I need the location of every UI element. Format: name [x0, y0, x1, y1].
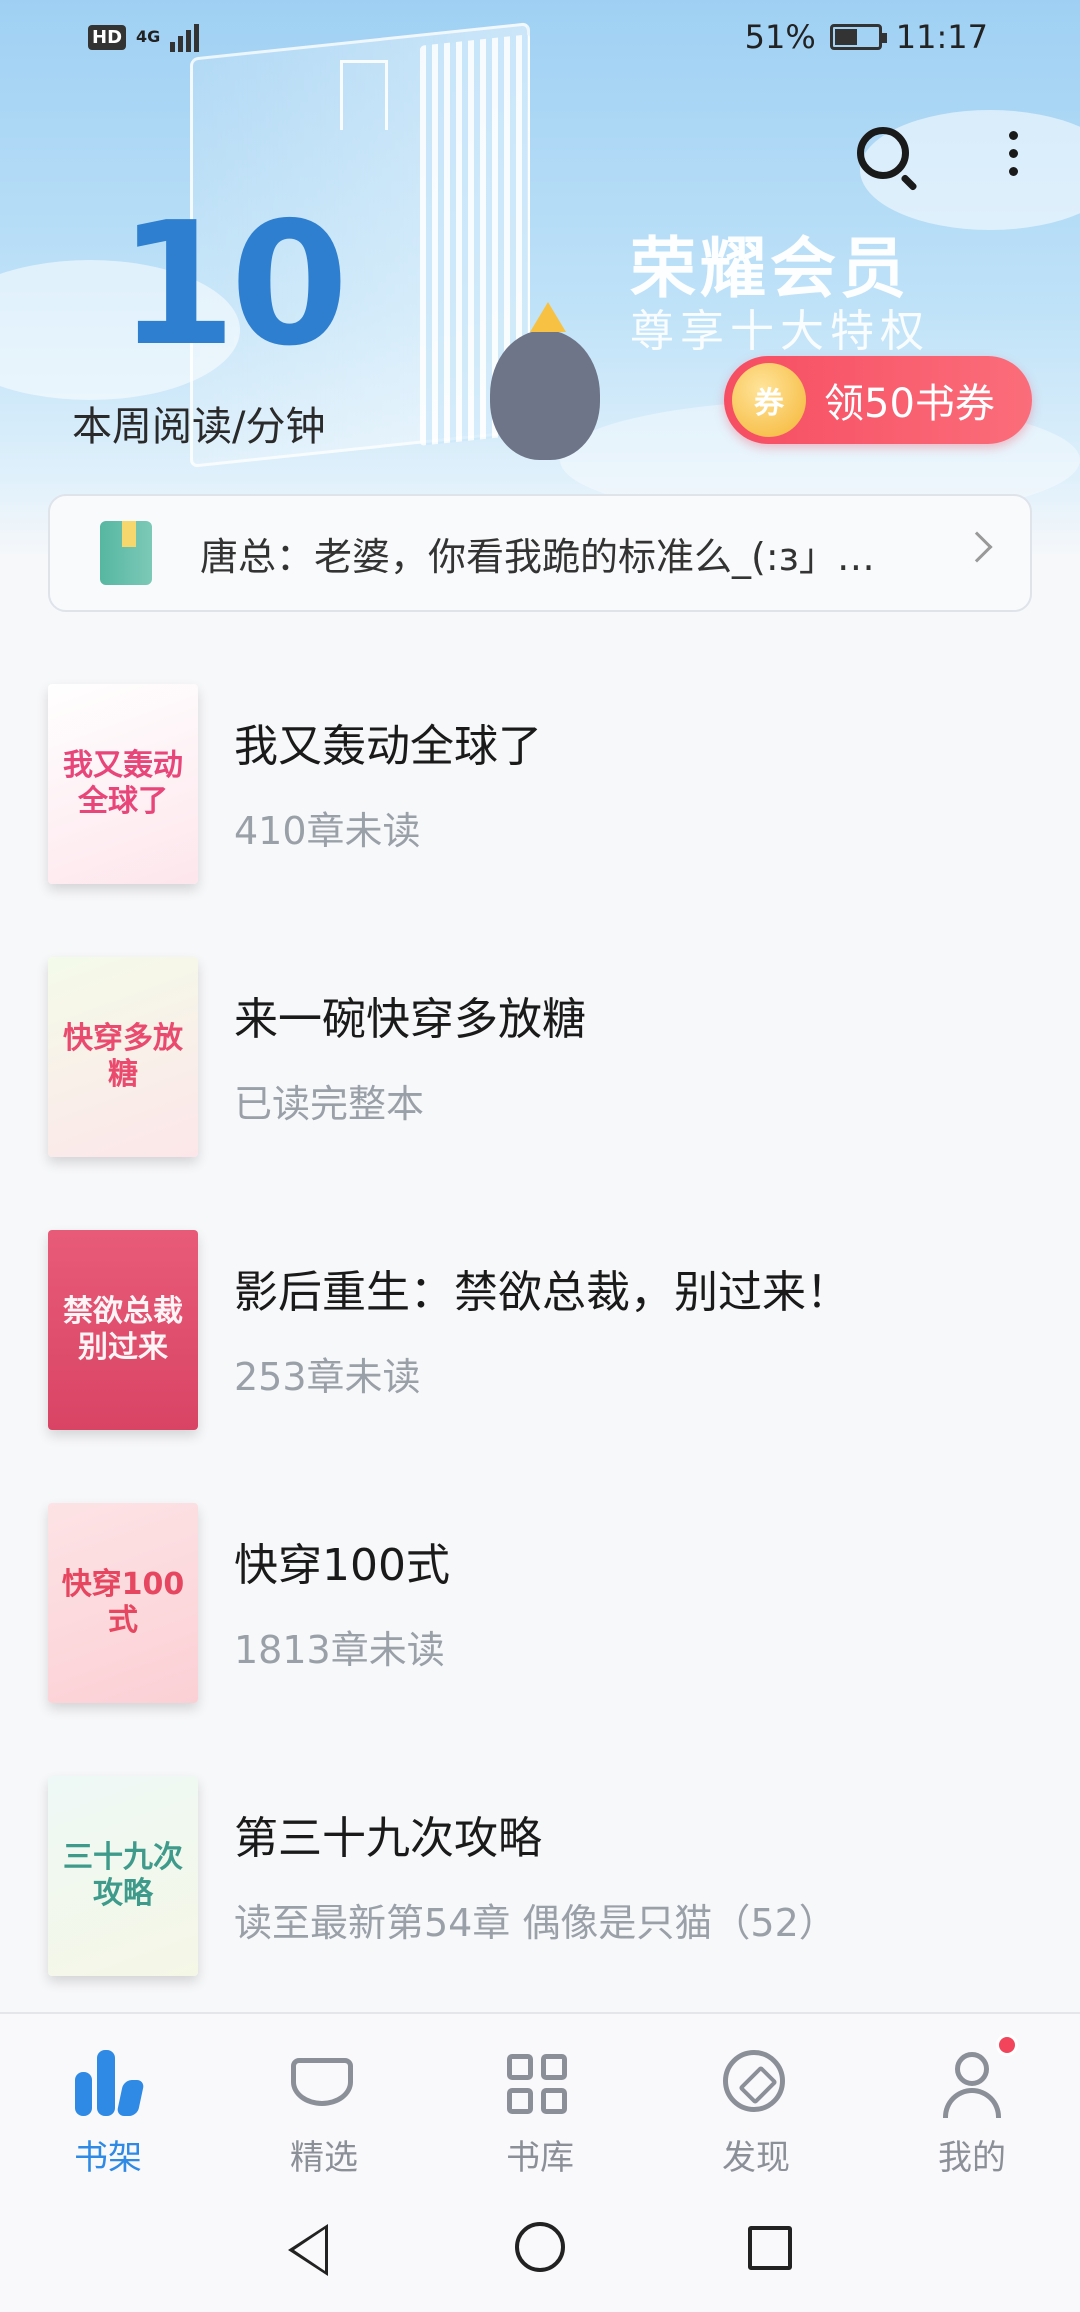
- book-progress: 410章未读: [234, 809, 421, 853]
- home-icon[interactable]: [515, 2222, 565, 2272]
- book-progress: 读至最新第54章 偶像是只猫（52）: [234, 1901, 837, 1945]
- nav-label: 发现: [722, 2138, 790, 2178]
- book-cover[interactable]: 快穿多放糖: [48, 957, 198, 1157]
- nav-bookshelf[interactable]: 书架: [0, 2014, 216, 2184]
- status-bar: HD 4G 51% 11:17: [0, 0, 1080, 80]
- book-item[interactable]: 我又轰动全球了 我又轰动全球了 410章未读: [0, 670, 1080, 943]
- book-item[interactable]: 禁欲总裁别过来 影后重生：禁欲总裁，别过来！ 253章未读: [0, 1216, 1080, 1489]
- book-item[interactable]: 快穿多放糖 来一碗快穿多放糖 已读完整本: [0, 943, 1080, 1216]
- nav-featured[interactable]: 精选: [216, 2014, 432, 2184]
- book-icon: [100, 521, 152, 585]
- user-icon: [939, 2050, 1005, 2118]
- system-navigation-bar: [0, 2184, 1080, 2312]
- book-title: 我又轰动全球了: [234, 721, 542, 772]
- vip-subtitle: 尊享十大特权: [630, 306, 930, 357]
- battery-icon: [829, 24, 887, 50]
- search-icon: [857, 127, 909, 179]
- battery-percent: 51%: [744, 18, 816, 56]
- book-cover[interactable]: 快穿100式: [48, 1503, 198, 1703]
- nav-label: 书库: [506, 2138, 574, 2178]
- nav-discover[interactable]: 发现: [648, 2014, 864, 2184]
- book-cover[interactable]: 禁欲总裁别过来: [48, 1230, 198, 1430]
- nav-label: 我的: [938, 2138, 1006, 2178]
- notice-text: 唐总：老婆，你看我跪的标准么_(:з」…: [200, 534, 875, 579]
- book-progress: 已读完整本: [234, 1082, 425, 1126]
- recent-reading-notice[interactable]: 唐总：老婆，你看我跪的标准么_(:з」…: [48, 494, 1032, 612]
- search-button[interactable]: [848, 118, 918, 188]
- bookshelf-icon: [75, 2050, 145, 2116]
- coupon-label: 领50书券: [824, 381, 995, 427]
- claim-coupon-button[interactable]: 券 领50书券: [724, 356, 1032, 444]
- notification-badge: [996, 2034, 1018, 2056]
- book-progress: 253章未读: [234, 1355, 421, 1399]
- chevron-right-icon: [961, 531, 993, 563]
- bottom-navigation: 书架 精选 书库 发现 我的: [0, 2012, 1080, 2184]
- book-title: 来一碗快穿多放糖: [234, 994, 586, 1045]
- coupon-icon: 券: [732, 363, 806, 437]
- weekly-reading-minutes[interactable]: 10: [118, 200, 349, 370]
- book-title: 影后重生：禁欲总裁，别过来！: [234, 1267, 850, 1318]
- book-title: 第三十九次攻略: [234, 1813, 542, 1864]
- more-icon: [1008, 130, 1018, 176]
- network-type: 4G: [136, 27, 161, 46]
- diamond-icon: [291, 2058, 353, 2106]
- book-title: 快穿100式: [234, 1540, 450, 1591]
- nav-label: 书架: [74, 2138, 142, 2178]
- book-cover[interactable]: 我又轰动全球了: [48, 684, 198, 884]
- grid-icon: [507, 2054, 573, 2114]
- more-button[interactable]: [978, 118, 1048, 188]
- bookshelf-list: 我又轰动全球了 我又轰动全球了 410章未读 快穿多放糖 来一碗快穿多放糖 已读…: [0, 670, 1080, 2035]
- nav-label: 精选: [290, 2138, 358, 2178]
- book-item[interactable]: 快穿100式 快穿100式 1813章未读: [0, 1489, 1080, 1762]
- mascot-illustration: [490, 302, 600, 460]
- clock: 11:17: [895, 18, 988, 56]
- app-screen: HD 4G 51% 11:17 10 本周阅读/分钟 荣耀会员 尊享十大特权 券…: [0, 0, 1080, 2312]
- nav-library[interactable]: 书库: [432, 2014, 648, 2184]
- book-progress: 1813章未读: [234, 1628, 445, 1672]
- recent-apps-icon[interactable]: [748, 2226, 792, 2270]
- book-cover[interactable]: 三十九次攻略: [48, 1776, 198, 1976]
- compass-icon: [723, 2050, 785, 2112]
- nav-profile[interactable]: 我的: [864, 2014, 1080, 2184]
- hd-icon: HD: [88, 24, 127, 50]
- signal-icon: [170, 22, 200, 52]
- book-item[interactable]: 三十九次攻略 第三十九次攻略 读至最新第54章 偶像是只猫（52）: [0, 1762, 1080, 2035]
- weekly-reading-label: 本周阅读/分钟: [72, 404, 326, 450]
